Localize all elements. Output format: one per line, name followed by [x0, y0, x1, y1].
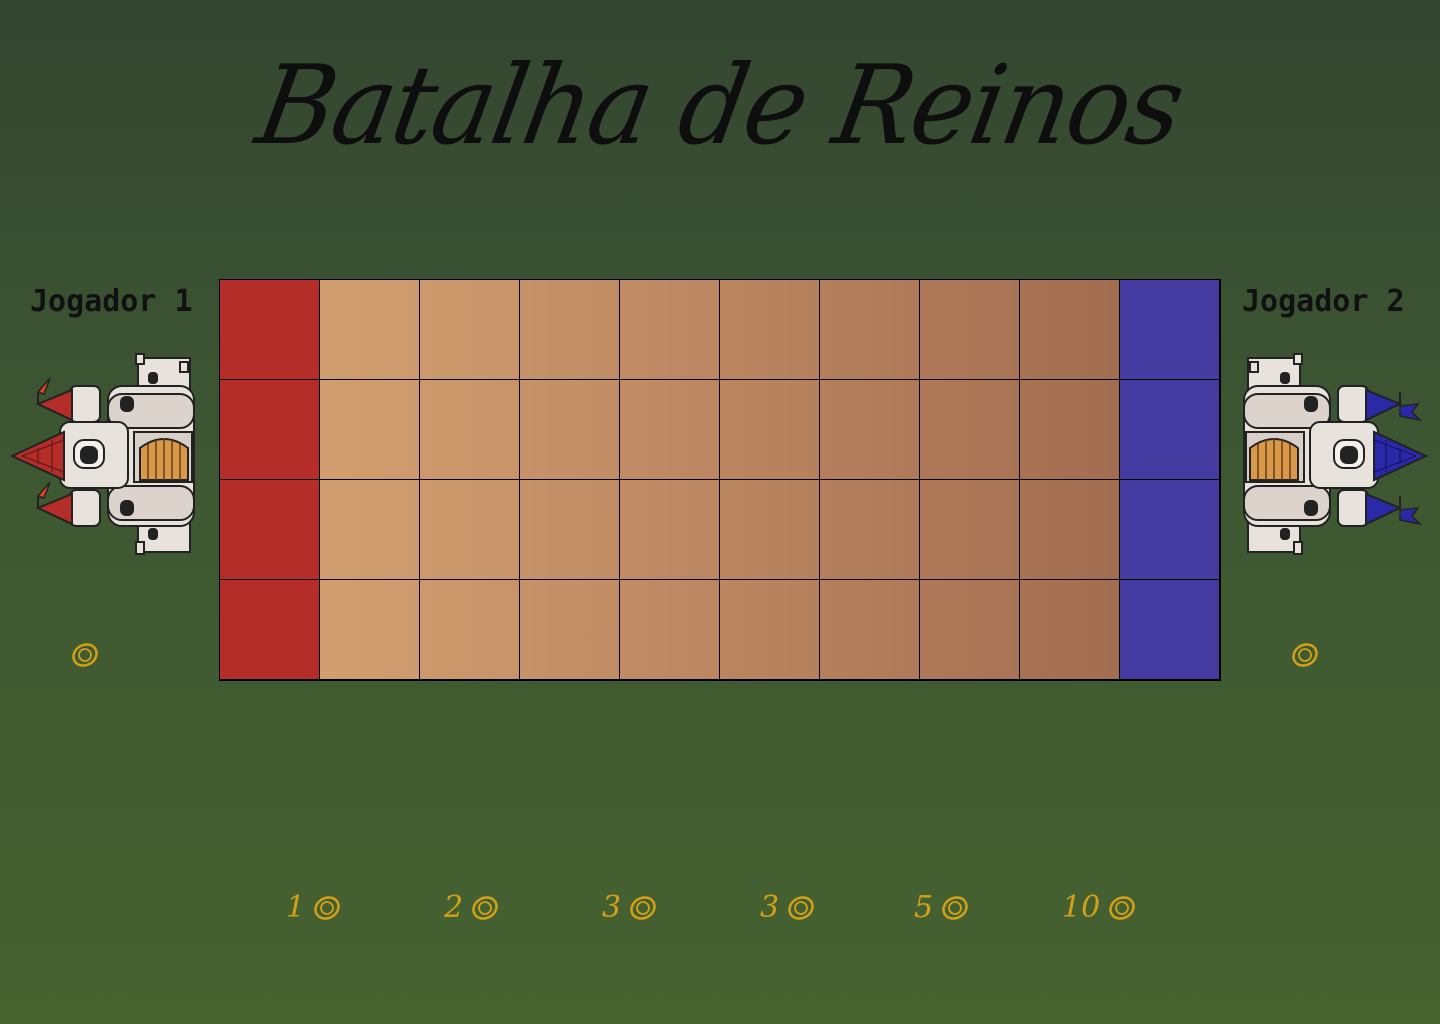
player-1-base-cell[interactable] [219, 479, 320, 580]
cost-value: 2 [444, 890, 464, 925]
board-cell[interactable] [819, 379, 920, 480]
board-cell[interactable] [619, 279, 720, 380]
coin-icon [314, 895, 340, 920]
board-cell[interactable] [719, 379, 820, 480]
board-cell[interactable] [1019, 379, 1120, 480]
board-cell[interactable] [919, 479, 1020, 580]
board-cell[interactable] [519, 279, 620, 380]
unit-cost-2[interactable]: 2 [444, 890, 499, 925]
board-cell[interactable] [319, 379, 420, 480]
board-cell[interactable] [419, 579, 520, 680]
board-cell[interactable] [719, 279, 820, 380]
board-cell[interactable] [1019, 579, 1120, 680]
board-cell[interactable] [619, 479, 720, 580]
board-cell[interactable] [519, 479, 620, 580]
board-cell[interactable] [319, 479, 420, 580]
board-cell[interactable] [319, 579, 420, 680]
board-cell[interactable] [819, 279, 920, 380]
unit-cost-6[interactable]: 10 [1062, 890, 1136, 925]
board-cell[interactable] [519, 579, 620, 680]
coin-icon [472, 895, 498, 920]
board-cell[interactable] [1019, 479, 1120, 580]
board-cell[interactable] [419, 479, 520, 580]
coin-icon [942, 895, 968, 920]
board-cell[interactable] [919, 379, 1020, 480]
player-1-label: Jogador 1 [30, 284, 193, 319]
player-2-castle-icon [1243, 353, 1429, 555]
coin-icon [788, 895, 814, 920]
player-2-base-cell[interactable] [1119, 479, 1220, 580]
game-title: Batalha de Reinos [248, 40, 1192, 170]
board-cell[interactable] [1019, 279, 1120, 380]
board-cell[interactable] [719, 479, 820, 580]
board-cell[interactable] [619, 379, 720, 480]
coin-icon [1109, 895, 1135, 920]
unit-cost-row: 1 2 3 3 5 10 [0, 890, 1440, 934]
board-cell[interactable] [419, 379, 520, 480]
game-board [219, 279, 1221, 681]
player-1-base-cell[interactable] [219, 279, 320, 380]
unit-cost-5[interactable]: 5 [914, 890, 969, 925]
unit-cost-3[interactable]: 3 [602, 890, 657, 925]
coin-icon [630, 895, 656, 920]
player-2-base-cell[interactable] [1119, 279, 1220, 380]
player-1-base-cell[interactable] [219, 379, 320, 480]
board-cell[interactable] [819, 479, 920, 580]
board-cell[interactable] [519, 379, 620, 480]
board-cell[interactable] [719, 579, 820, 680]
player-1-base-cell[interactable] [219, 579, 320, 680]
player-2-base-cell[interactable] [1119, 579, 1220, 680]
cost-value: 10 [1062, 890, 1101, 925]
board-cell[interactable] [419, 279, 520, 380]
player-2-coin-icon [1292, 643, 1318, 667]
player-2-label: Jogador 2 [1242, 284, 1405, 319]
unit-cost-1[interactable]: 1 [286, 890, 341, 925]
cost-value: 3 [602, 890, 622, 925]
cost-value: 3 [760, 890, 780, 925]
board-cell[interactable] [919, 579, 1020, 680]
board-cell[interactable] [619, 579, 720, 680]
player-1-coin-icon [72, 643, 98, 667]
board-cell[interactable] [919, 279, 1020, 380]
player-1-castle-icon [9, 353, 195, 555]
cost-value: 1 [286, 890, 306, 925]
unit-cost-4[interactable]: 3 [760, 890, 815, 925]
cost-value: 5 [914, 890, 934, 925]
player-2-base-cell[interactable] [1119, 379, 1220, 480]
board-cell[interactable] [319, 279, 420, 380]
board-cell[interactable] [819, 579, 920, 680]
